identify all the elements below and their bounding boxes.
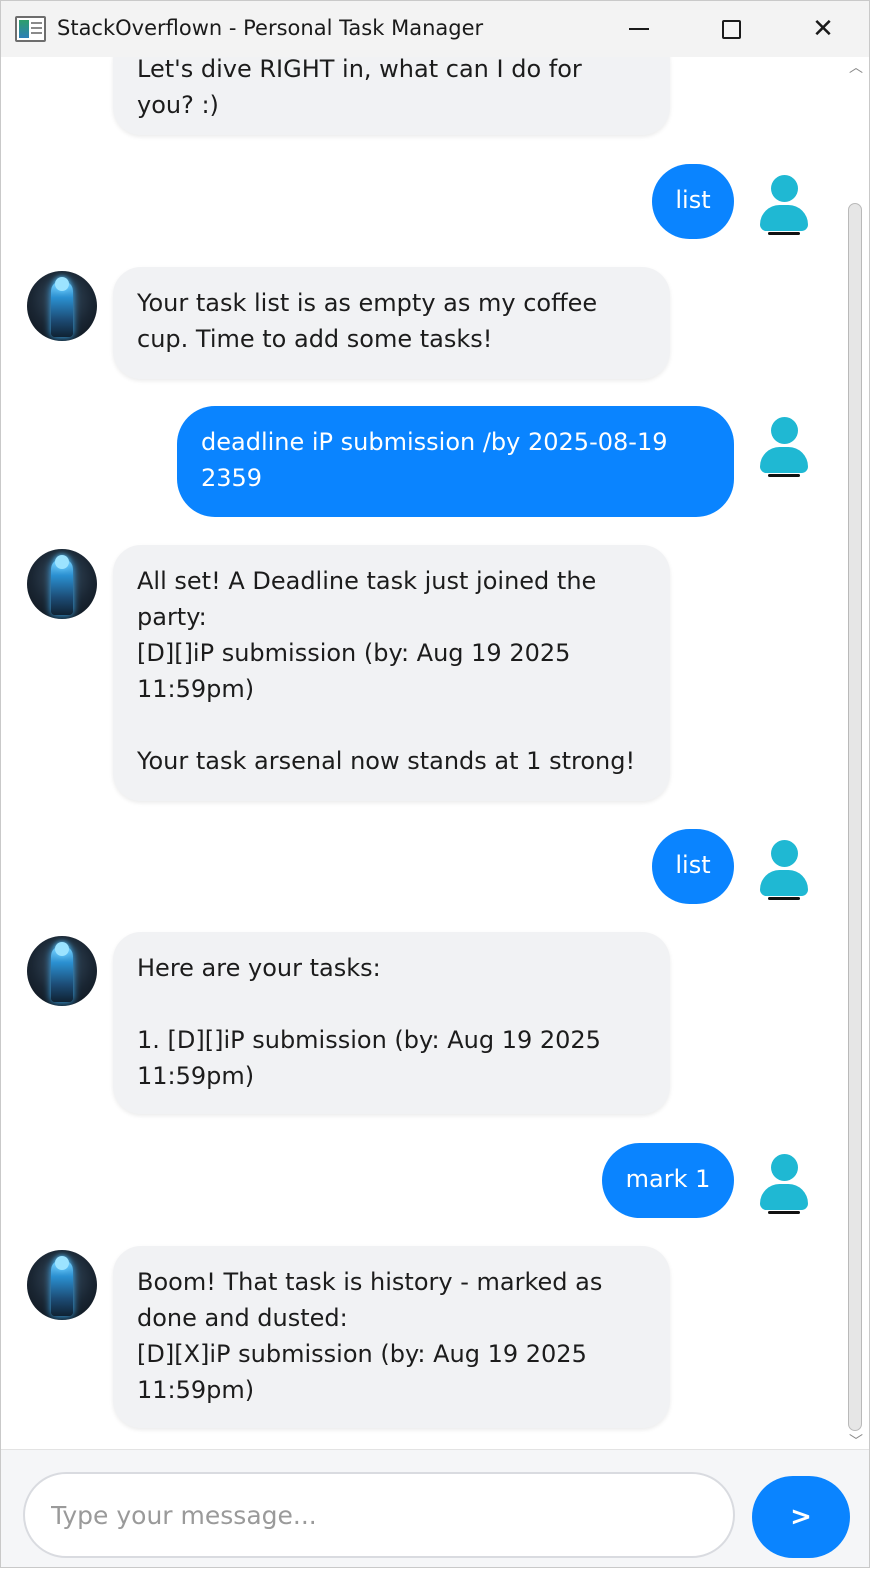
minimize-button[interactable] — [593, 1, 685, 57]
chat-area[interactable]: Let's dive RIGHT in, what can I do for y… — [1, 57, 843, 1449]
app-window: StackOverflown - Personal Task Manager ✕… — [0, 0, 870, 1568]
message-input[interactable] — [23, 1472, 735, 1558]
chat-scrollbar[interactable]: ︿ ﹀ — [843, 57, 869, 1449]
bot-message: All set! A Deadline task just joined the… — [113, 545, 670, 801]
scrollbar-thumb[interactable] — [848, 203, 862, 1431]
bot-avatar — [27, 549, 97, 619]
bot-avatar — [27, 936, 97, 1006]
window-title: StackOverflown - Personal Task Manager — [57, 16, 484, 40]
maximize-button[interactable] — [685, 1, 777, 57]
user-avatar-icon — [758, 175, 810, 237]
bot-avatar — [27, 1250, 97, 1320]
send-button[interactable]: > — [752, 1476, 850, 1558]
maximize-icon — [721, 19, 741, 39]
app-window-icon — [15, 16, 46, 42]
user-avatar-icon — [758, 1154, 810, 1216]
user-avatar-icon — [758, 417, 810, 479]
user-message: mark 1 — [602, 1143, 734, 1218]
scroll-down-icon[interactable]: ﹀ — [849, 1435, 863, 1449]
close-button[interactable]: ✕ — [777, 1, 869, 57]
user-message: list — [652, 164, 734, 239]
user-message: deadline iP submission /by 2025-08-19 23… — [177, 406, 734, 517]
bot-message: Here are your tasks: 1. [D][]iP submissi… — [113, 932, 670, 1114]
scroll-up-icon[interactable]: ︿ — [849, 61, 863, 75]
user-message: list — [652, 829, 734, 904]
bot-message: Let's dive RIGHT in, what can I do for y… — [113, 57, 670, 135]
bot-avatar — [27, 271, 97, 341]
close-icon: ✕ — [812, 14, 834, 44]
message-composer: > — [1, 1449, 869, 1567]
user-avatar-icon — [758, 840, 810, 902]
minimize-icon — [629, 28, 649, 30]
title-bar[interactable]: StackOverflown - Personal Task Manager ✕ — [1, 1, 869, 57]
bot-message: Your task list is as empty as my coffee … — [113, 267, 670, 379]
bot-message: Boom! That task is history - marked as d… — [113, 1246, 670, 1428]
